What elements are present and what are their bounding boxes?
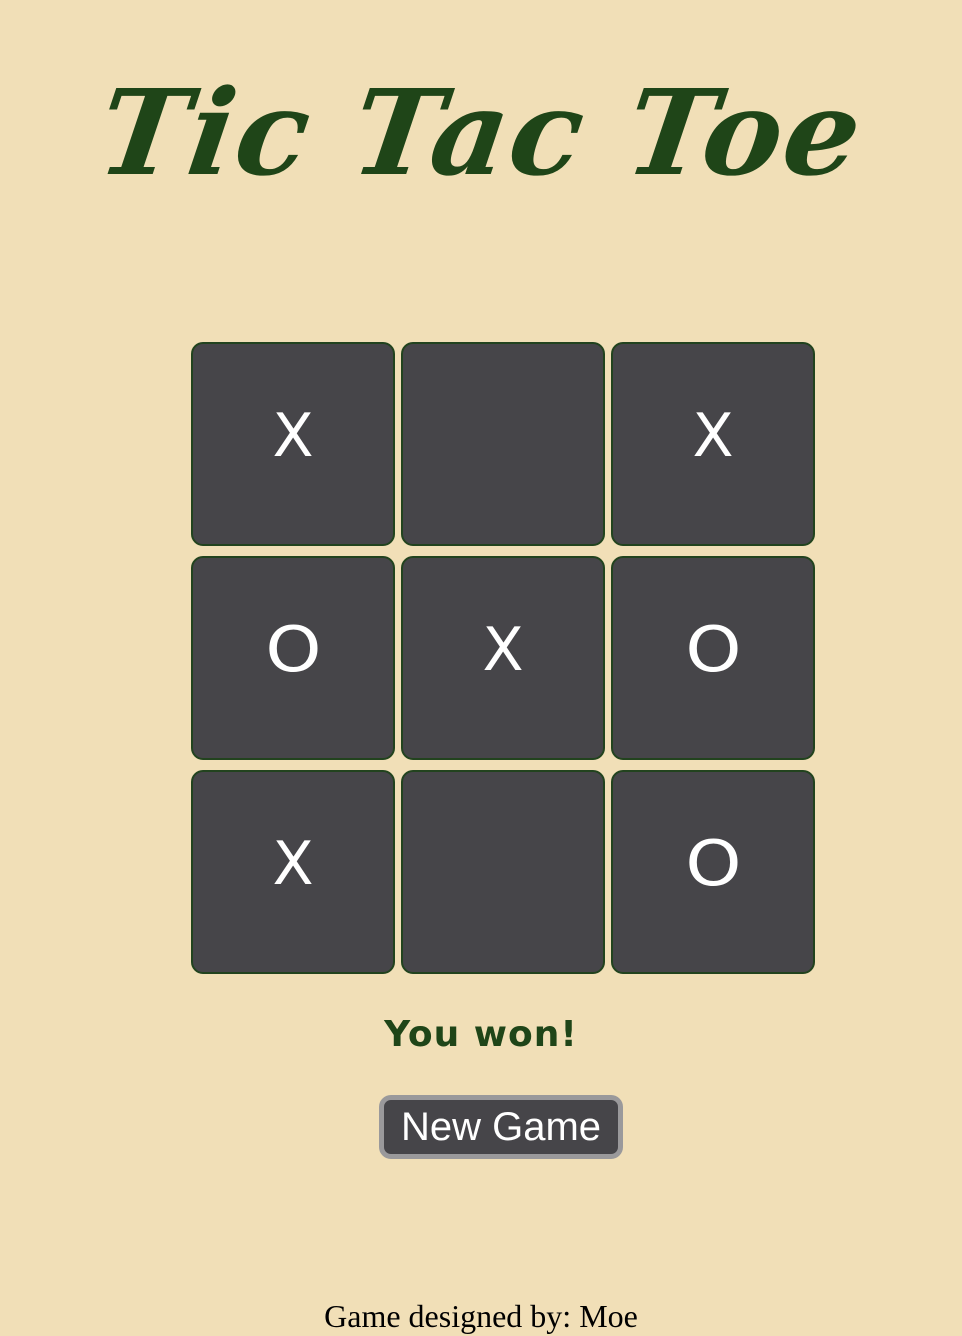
game-status-message: You won!	[384, 1014, 578, 1055]
cell-mark: O	[684, 613, 742, 686]
board-cell-6[interactable]: O	[611, 556, 815, 760]
cell-mark: O	[264, 613, 322, 686]
cell-mark: X	[272, 401, 314, 471]
footer-credit: Game designed by: Moe	[324, 1298, 638, 1334]
new-game-button[interactable]: New Game	[379, 1095, 623, 1159]
game-board: X X O X O X O	[191, 342, 815, 974]
board-cell-3[interactable]: X	[611, 342, 815, 546]
board-cell-2[interactable]	[401, 342, 605, 546]
board-cell-1[interactable]: X	[191, 342, 395, 546]
board-cell-4[interactable]: O	[191, 556, 395, 760]
cell-mark: X	[692, 401, 734, 471]
cell-mark: O	[684, 827, 742, 900]
board-cell-5[interactable]: X	[401, 556, 605, 760]
board-cell-8[interactable]	[401, 770, 605, 974]
cell-mark: X	[482, 615, 524, 685]
page-title: Tic Tac Toe	[90, 63, 872, 202]
board-cell-9[interactable]: O	[611, 770, 815, 974]
cell-mark: X	[272, 829, 314, 899]
board-cell-7[interactable]: X	[191, 770, 395, 974]
